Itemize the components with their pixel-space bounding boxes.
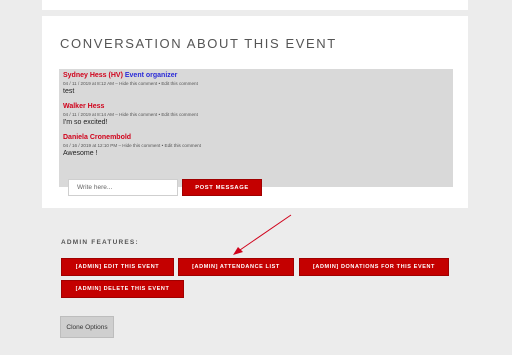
comment-author[interactable]: Walker Hess [63,103,104,110]
comment-author[interactable]: Daniela Cronembold [63,134,131,141]
comment-input[interactable] [68,179,178,196]
admin-edit-event-button[interactable]: [ADMIN] EDIT THIS EVENT [61,258,174,276]
conversation-title: CONVERSATION ABOUT THIS EVENT [60,36,337,51]
edit-comment-link[interactable]: Edit this comment [165,143,202,148]
comment-timestamp: 04 / 11 / 2019 at 8:12 AM [63,81,114,86]
comment-item: Daniela Cronembold 04 / 16 / 2019 at 12:… [63,133,201,159]
hide-comment-link[interactable]: Hide this comment [119,112,157,117]
conversation-card: CONVERSATION ABOUT THIS EVENT Sydney Hes… [42,16,468,208]
edit-comment-link[interactable]: Edit this comment [161,81,198,86]
comment-timestamp: 04 / 11 / 2019 at 8:14 AM [63,112,114,117]
comment-text: I'm so excited! [63,119,108,126]
hide-comment-link[interactable]: Hide this comment [122,143,160,148]
comment-role-badge: Event organizer [124,72,178,79]
hide-comment-link[interactable]: Hide this comment [119,81,157,86]
admin-donations-button[interactable]: [ADMIN] DONATIONS FOR THIS EVENT [299,258,449,276]
admin-delete-event-button[interactable]: [ADMIN] DELETE THIS EVENT [61,280,184,298]
comment-item: Walker Hess 04 / 11 / 2019 at 8:14 AM – … [63,102,198,128]
comment-author[interactable]: Sydney Hess (HV) [63,72,123,79]
comment-text: Awesome ! [63,150,98,157]
comment-text: test [63,88,75,95]
comment-item: Sydney Hess (HV) Event organizer 04 / 11… [63,71,198,97]
comment-timestamp: 04 / 16 / 2019 at 12:10 PM [63,143,118,148]
admin-attendance-list-button[interactable]: [ADMIN] ATTENDANCE LIST [178,258,294,276]
clone-options-button[interactable]: Clone Options [60,316,114,338]
admin-features-label: ADMIN FEATURES: [61,239,139,246]
previous-section-card [42,0,468,10]
edit-comment-link[interactable]: Edit this comment [161,112,198,117]
post-message-button[interactable]: POST MESSAGE [182,179,262,196]
comments-list: Sydney Hess (HV) Event organizer 04 / 11… [59,69,453,187]
